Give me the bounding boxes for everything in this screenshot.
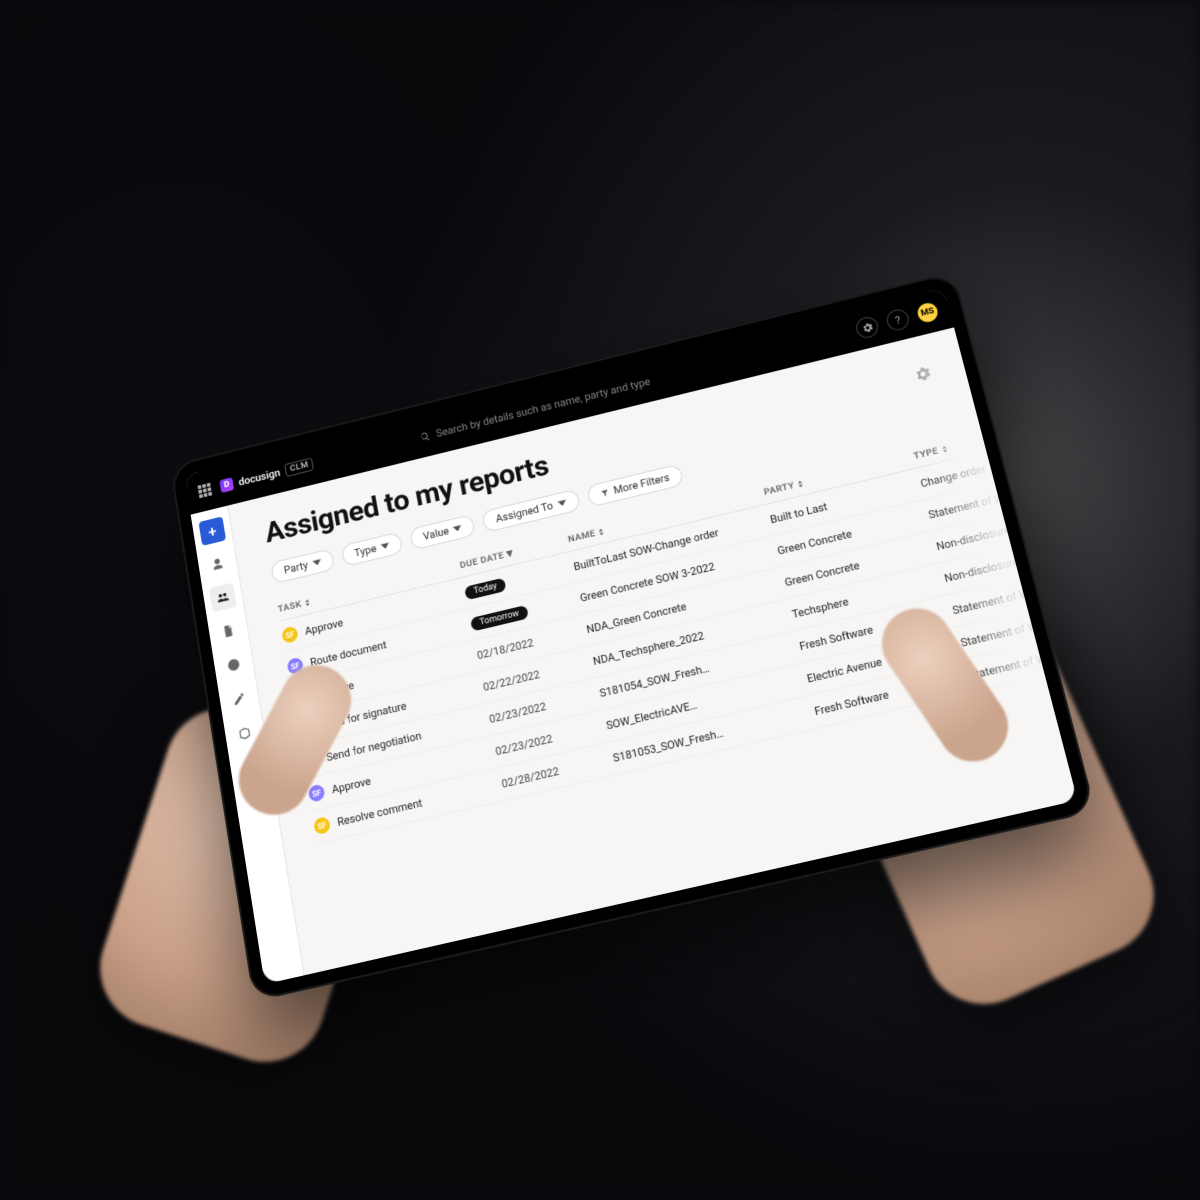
filter-party-label: Party (283, 559, 309, 577)
sidebar-item-sign[interactable] (225, 684, 253, 715)
settings-icon[interactable] (854, 315, 880, 340)
chevron-down-icon (312, 558, 322, 568)
user-avatar[interactable]: MS (916, 301, 940, 324)
clock-icon (226, 657, 241, 673)
filter-value[interactable]: Value (409, 514, 476, 551)
sidebar-item-profile[interactable] (204, 549, 232, 579)
filter-icon (599, 488, 609, 498)
sidebar-item-history[interactable] (220, 650, 248, 680)
sidebar-new-button[interactable]: + (198, 516, 226, 546)
filter-value-label: Value (422, 525, 450, 543)
sidebar-item-reports[interactable] (209, 582, 237, 612)
pen-icon (232, 691, 247, 707)
view-settings-icon[interactable] (913, 364, 932, 383)
task-label: Approve (331, 774, 372, 796)
filter-type[interactable]: Type (340, 531, 403, 567)
person-icon (210, 556, 225, 572)
badge-tomorrow: Tomorrow (470, 604, 529, 631)
app-switcher-icon[interactable] (197, 483, 212, 499)
brand-name: docusign (238, 466, 281, 488)
box-icon (237, 725, 252, 742)
chevron-down-icon (557, 498, 567, 508)
assignee-avatar: SF (281, 625, 298, 644)
product-badge: CLM (284, 457, 314, 476)
chevron-down-icon (453, 523, 463, 533)
assignee-avatar: SF (308, 784, 326, 803)
brand-mark-icon: D (219, 477, 234, 493)
filter-assigned-to[interactable]: Assigned To (482, 489, 581, 533)
filter-more-label: More Filters (612, 471, 670, 497)
scene-stage: D docusign CLM Search by details such as… (0, 0, 1200, 1200)
assignee-avatar: SF (313, 816, 331, 835)
filter-type-label: Type (353, 542, 377, 559)
help-icon[interactable]: ? (885, 307, 911, 332)
sidebar-item-documents[interactable] (214, 616, 242, 646)
search-icon (419, 430, 431, 442)
task-label: Approve (304, 616, 344, 637)
people-icon (215, 589, 230, 605)
document-icon (221, 623, 236, 639)
filter-more[interactable]: More Filters (586, 464, 684, 508)
filter-assigned-to-label: Assigned To (495, 499, 554, 525)
filter-party[interactable]: Party (270, 548, 335, 584)
chevron-down-icon (380, 541, 390, 551)
badge-today: Today (464, 577, 507, 600)
